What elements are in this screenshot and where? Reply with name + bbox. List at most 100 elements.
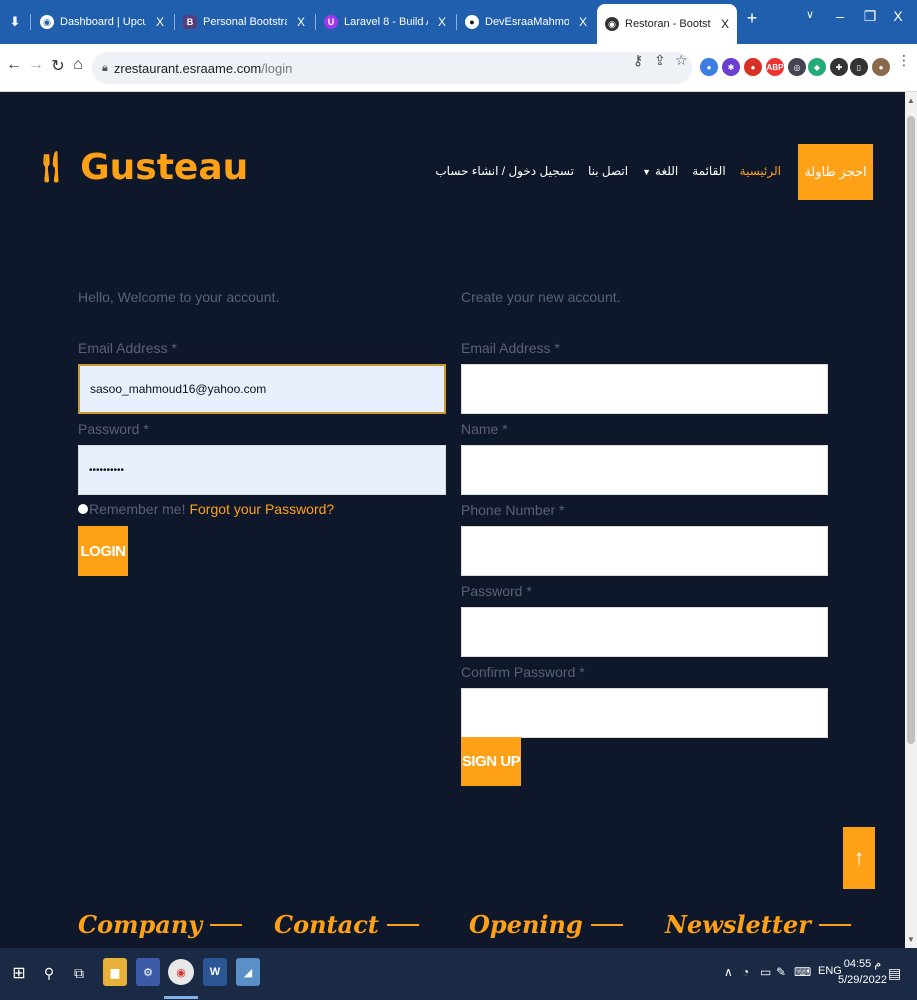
key-icon[interactable]: ⚷ xyxy=(633,52,643,69)
nav-menu[interactable]: القائمة xyxy=(692,164,725,178)
share-icon[interactable]: ⇪ xyxy=(654,52,666,69)
file-explorer-icon[interactable]: ▆ xyxy=(103,958,127,986)
signup-button[interactable]: SIGN UP xyxy=(461,737,521,786)
chrome-icon[interactable]: ◉ xyxy=(168,959,194,985)
task-view-icon[interactable]: ⧉ xyxy=(68,962,90,984)
footer-heading-opening: Opening xyxy=(469,910,623,939)
heading-underline xyxy=(818,923,851,926)
page-scrollbar[interactable]: ▲ ▼ xyxy=(905,92,917,948)
restore-icon[interactable]: ❐ xyxy=(858,8,882,25)
lock-icon: 🔒︎ xyxy=(102,61,108,74)
restaurant-page: 🍴︎ Gusteau الرئيسية القائمة اللغة▼ اتصل … xyxy=(0,92,905,948)
back-icon[interactable]: ← xyxy=(4,56,24,74)
nav-login-register[interactable]: تسجيل دخول / انشاء حساب xyxy=(435,164,574,178)
search-icon[interactable]: ⚲ xyxy=(38,962,60,984)
scroll-down-arrow-icon[interactable]: ▼ xyxy=(907,935,915,944)
notification-icon[interactable]: ▤ xyxy=(888,965,901,982)
nav-language[interactable]: اللغة▼ xyxy=(642,164,678,178)
footer-heading-text: Newsletter xyxy=(665,910,811,939)
nav-language-label: اللغة xyxy=(655,164,679,178)
tab-title: Dashboard | Upcube - Adm xyxy=(60,16,146,28)
pen-icon[interactable]: ✎ xyxy=(776,965,786,979)
heading-underline xyxy=(590,923,623,926)
tab-search-chevron-icon[interactable]: ∨ xyxy=(798,8,822,21)
footer-heading-text: Company xyxy=(78,910,203,939)
extension-red-icon[interactable]: ● xyxy=(744,58,762,76)
register-password-input[interactable] xyxy=(461,607,828,657)
nav-contact[interactable]: اتصل بنا xyxy=(588,164,628,178)
keyboard-icon[interactable]: ⌨ xyxy=(794,965,811,979)
battery-icon[interactable]: ▭ xyxy=(760,965,771,979)
register-email-input[interactable] xyxy=(461,364,828,414)
brand-name: Gusteau xyxy=(80,147,249,188)
extensions-puzzle-icon[interactable]: ✚ xyxy=(830,58,848,76)
close-icon[interactable]: X xyxy=(579,15,587,29)
bookmark-star-icon[interactable]: ☆ xyxy=(675,52,688,69)
app-icon[interactable]: ◢ xyxy=(236,958,260,986)
tab-restoran[interactable]: ◉ Restoran - Bootstrap Restau X xyxy=(597,4,737,44)
close-icon[interactable]: X xyxy=(721,17,729,31)
login-password-label: Password * xyxy=(78,421,149,437)
menu-dots-icon[interactable]: ⋮ xyxy=(897,52,911,69)
forward-icon[interactable]: → xyxy=(26,56,46,74)
fork-knife-icon: 🍴︎ xyxy=(32,150,71,185)
register-confirm-input[interactable] xyxy=(461,688,828,738)
forgot-password-link[interactable]: Forgot your Password? xyxy=(189,501,334,517)
close-icon[interactable]: X xyxy=(156,15,164,29)
extension-gear-icon[interactable]: ✱ xyxy=(722,58,740,76)
window-close-icon[interactable]: X xyxy=(886,8,910,24)
remember-checkbox[interactable] xyxy=(78,504,88,514)
register-phone-input[interactable] xyxy=(461,526,828,576)
book-table-button[interactable]: احجز طاولة xyxy=(798,144,873,200)
register-confirm-label: Confirm Password * xyxy=(461,664,585,680)
register-name-label: Name * xyxy=(461,421,508,437)
network-icon[interactable]: ◔ xyxy=(742,965,749,979)
nav-home[interactable]: الرئيسية xyxy=(740,164,781,178)
tab-search-icon[interactable]: ⬇ xyxy=(0,6,26,38)
extension-green-icon[interactable]: ◆ xyxy=(808,58,826,76)
caret-down-icon: ▼ xyxy=(642,167,652,177)
github-icon: ● xyxy=(465,15,479,29)
clock[interactable]: 04:55 م 5/29/2022 xyxy=(838,956,887,988)
home-icon[interactable]: ⌂ xyxy=(68,56,88,74)
tab-bootstrap[interactable]: B Personal Bootstrap Templat X xyxy=(175,6,313,38)
footer-heading-text: Contact xyxy=(274,910,379,939)
clock-date: 5/29/2022 xyxy=(838,974,887,986)
footer-heading-contact: Contact xyxy=(274,910,419,939)
scrollbar-thumb[interactable] xyxy=(907,116,915,744)
address-bar[interactable]: 🔒︎ zrestaurant.esraame.com/login xyxy=(92,52,692,84)
profile-avatar[interactable]: ● xyxy=(872,58,890,76)
register-name-input[interactable] xyxy=(461,445,828,495)
brand-logo[interactable]: 🍴︎ Gusteau xyxy=(32,147,248,188)
sidebar-icon[interactable]: ▯ xyxy=(850,58,868,76)
adblock-icon[interactable]: ABP xyxy=(766,58,784,76)
tab-github[interactable]: ● DevEsraaMahmoud/Ecomm X xyxy=(457,6,595,38)
back-to-top-button[interactable]: ↑ xyxy=(843,827,875,889)
bootstrap-icon: B xyxy=(183,15,197,29)
heading-underline xyxy=(386,923,419,926)
scroll-up-arrow-icon[interactable]: ▲ xyxy=(907,96,915,105)
app-icon[interactable]: ⚙ xyxy=(136,958,160,986)
globe-icon: ◉ xyxy=(40,15,54,29)
word-icon[interactable]: W xyxy=(203,958,227,986)
tab-title: Personal Bootstrap Templat xyxy=(203,16,287,28)
register-email-label: Email Address * xyxy=(461,340,560,356)
login-button[interactable]: LOGIN xyxy=(78,526,128,576)
clock-time: 04:55 م xyxy=(843,958,882,970)
windows-start-icon[interactable]: ⊞ xyxy=(8,962,30,984)
map-pin-icon: ⬇ xyxy=(9,14,21,29)
register-phone-label: Phone Number * xyxy=(461,502,565,518)
browser-toolbar: ← → ↻ ⌂ 🔒︎ zrestaurant.esraame.com/login… xyxy=(0,44,917,92)
close-icon[interactable]: X xyxy=(297,15,305,29)
tray-chevron-icon[interactable]: ∧ xyxy=(724,965,733,979)
minimize-icon[interactable]: – xyxy=(828,8,852,24)
login-password-input[interactable] xyxy=(78,445,446,495)
close-icon[interactable]: X xyxy=(438,15,446,29)
extension-circle-icon[interactable]: ◎ xyxy=(788,58,806,76)
extension-pin-icon[interactable]: ● xyxy=(700,58,718,76)
tab-dashboard[interactable]: ◉ Dashboard | Upcube - Adm X xyxy=(32,6,172,38)
login-email-input[interactable] xyxy=(78,364,446,414)
new-tab-button[interactable]: + xyxy=(740,8,764,29)
tab-laravel[interactable]: U Laravel 8 - Build Advance E X xyxy=(316,6,454,38)
reload-icon[interactable]: ↻ xyxy=(48,56,68,76)
